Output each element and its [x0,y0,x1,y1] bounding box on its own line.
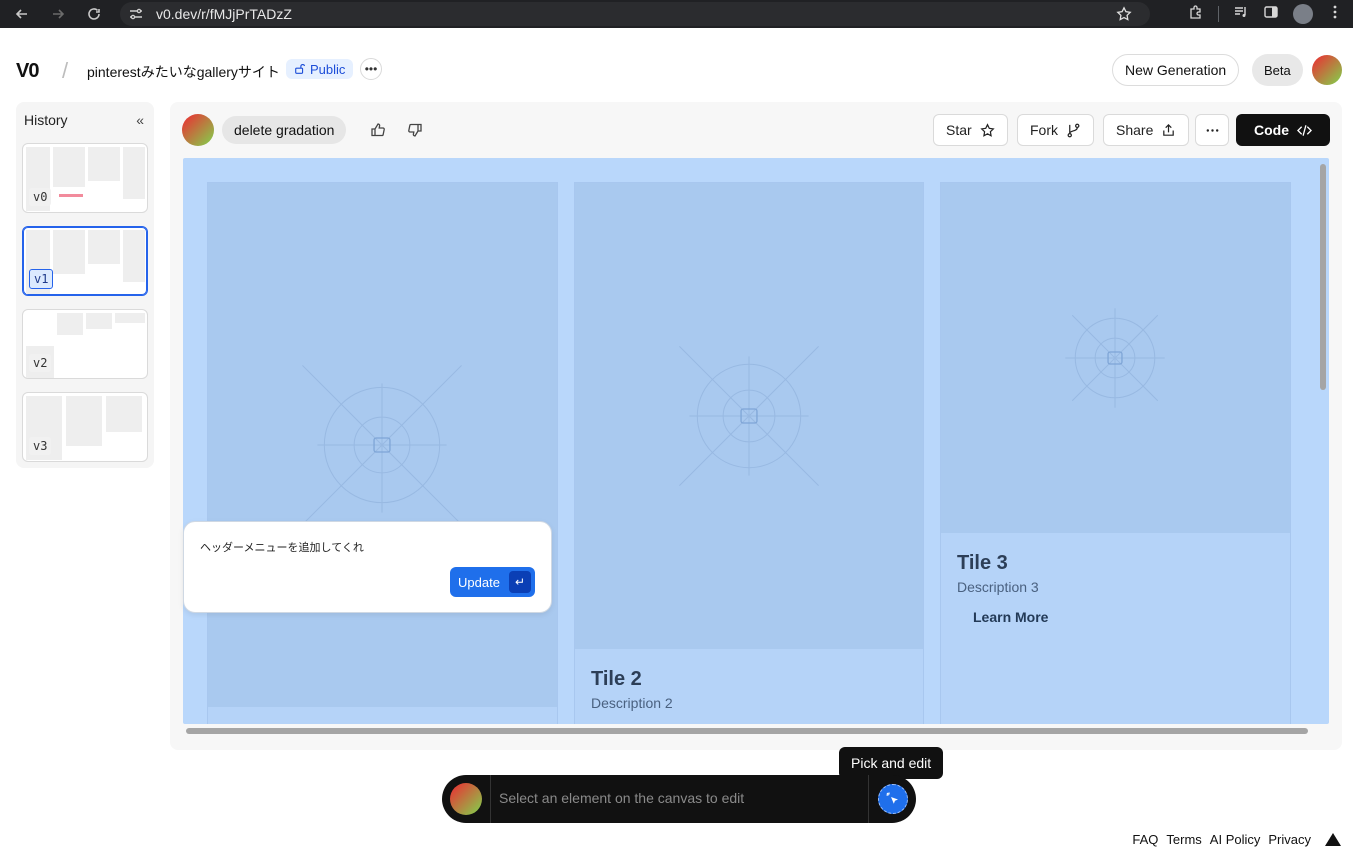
share-button[interactable]: Share [1103,114,1190,146]
fork-button[interactable]: Fork [1017,114,1094,146]
code-button[interactable]: Code [1236,114,1330,146]
project-more-button[interactable]: ••• [360,58,382,80]
share-icon [1163,123,1175,136]
separator [1218,6,1219,22]
back-icon[interactable] [10,2,34,26]
star-icon [980,122,995,137]
star-button[interactable]: Star [933,114,1008,146]
star-label: Star [946,122,972,138]
gallery-tile-1[interactable] [207,182,558,724]
edit-input[interactable]: Select an element on the canvas to edit [499,790,744,806]
gallery-tile-2[interactable]: Tile 2 Description 2 [574,182,924,724]
ai-policy-link[interactable]: AI Policy [1210,832,1261,847]
profile-avatar[interactable] [1293,4,1313,24]
footer-links: FAQ Terms AI Policy Privacy [1132,832,1341,847]
visibility-label: Public [310,61,346,77]
new-generation-button[interactable]: New Generation [1112,54,1240,86]
prompt-author-avatar [182,114,214,146]
forward-icon[interactable] [46,2,70,26]
tile-image-placeholder [575,183,923,649]
edit-prompt-text[interactable]: ヘッダーメニューを追加してくれ [200,539,364,555]
url-text[interactable]: v0.dev/r/fMJjPrTADzZ [156,6,292,22]
cursor-click-icon [886,792,898,804]
code-icon [1297,124,1312,136]
project-title[interactable]: pinterestみたいなgalleryサイト [87,62,280,82]
version-label: v0 [29,188,52,206]
gallery-tile-3[interactable]: Tile 3 Description 3 Learn More [940,182,1291,724]
share-label: Share [1116,122,1154,138]
browser-toolbar: v0.dev/r/fMJjPrTADzZ [0,0,1353,28]
vertical-scrollbar[interactable] [1318,160,1328,722]
tile-image-placeholder [208,183,557,707]
collapse-icon[interactable]: « [136,112,144,128]
learn-more-link[interactable]: Learn More [973,609,1048,625]
tile-title: Tile 2 [591,668,642,690]
vercel-logo-icon[interactable] [1325,833,1341,846]
more-options-button[interactable] [1195,114,1229,146]
update-button[interactable]: Update ↵ [450,567,535,597]
browser-actions [1188,0,1353,28]
fork-icon [1067,123,1080,137]
version-label: v1 [29,269,54,289]
horizontal-scrollbar[interactable] [186,728,1308,734]
code-label: Code [1254,122,1289,138]
site-settings-icon[interactable] [128,6,146,22]
v0-logo[interactable]: V0 [16,60,39,83]
tile-description: Description 3 [957,579,1039,595]
tile-description: Description 2 [591,695,673,711]
history-thumb-v1[interactable]: v1 [22,226,148,296]
reload-icon[interactable] [82,2,106,26]
preview-canvas[interactable]: Tile 2 Description 2 Tile 3 Description … [183,158,1329,724]
unlock-icon [295,64,306,74]
edit-popover: ヘッダーメニューを追加してくれ Update ↵ [183,521,552,613]
pick-element-button[interactable] [878,784,908,814]
enter-key-icon: ↵ [509,571,531,593]
media-icon[interactable] [1233,4,1249,25]
extensions-icon[interactable] [1188,4,1204,25]
ellipsis-icon [1206,128,1218,132]
menu-icon[interactable] [1327,4,1343,25]
app-header: V0 / pinterestみたいなgalleryサイト Public ••• … [0,38,1353,102]
thumbs-up-icon[interactable] [367,119,389,141]
divider [490,775,491,823]
user-avatar[interactable] [1312,55,1342,85]
privacy-link[interactable]: Privacy [1268,832,1311,847]
prompt-chip[interactable]: delete gradation [222,116,347,144]
preview-panel: delete gradation Star Fork Share Code Ti… [170,102,1342,750]
sidepanel-icon[interactable] [1263,4,1279,25]
version-label: v3 [29,437,52,455]
image-placeholder-icon [1065,308,1165,408]
update-label: Update [458,574,500,590]
tile-image-placeholder [941,183,1290,533]
address-bar[interactable]: v0.dev/r/fMJjPrTADzZ [120,2,1150,26]
history-panel: History « v0 v1 v2 v3 [16,102,154,468]
divider [868,775,869,823]
edit-bar: Select an element on the canvas to edit [442,775,916,823]
version-label: v2 [29,354,52,372]
image-placeholder-icon [302,365,462,525]
faq-link[interactable]: FAQ [1132,832,1158,847]
visibility-badge[interactable]: Public [286,59,354,79]
terms-link[interactable]: Terms [1166,832,1201,847]
image-placeholder-icon [679,346,819,486]
user-avatar [450,783,482,815]
bookmark-star-icon[interactable] [1116,6,1132,27]
fork-label: Fork [1030,122,1058,138]
history-title: History [24,112,68,128]
vertical-scroll-thumb[interactable] [1320,164,1326,390]
history-thumb-v0[interactable]: v0 [22,143,148,213]
history-thumb-v3[interactable]: v3 [22,392,148,462]
history-thumb-v2[interactable]: v2 [22,309,148,379]
thumbs-down-icon[interactable] [404,119,426,141]
breadcrumb-separator: / [62,58,69,83]
tile-title: Tile 3 [957,552,1008,574]
beta-button[interactable]: Beta [1252,54,1303,86]
